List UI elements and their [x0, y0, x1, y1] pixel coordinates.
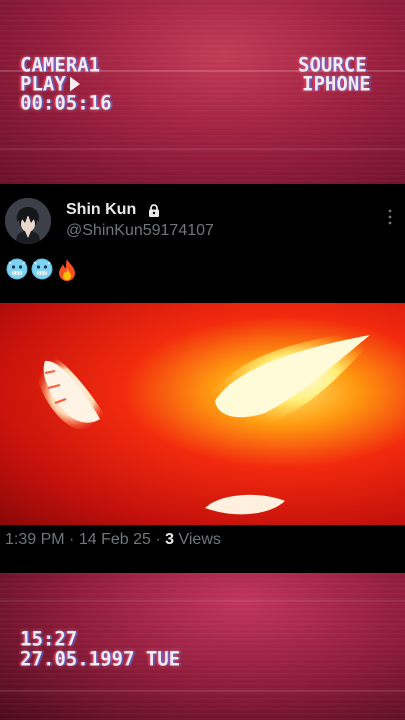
lock-icon: [149, 204, 159, 217]
cold-face-icon: [6, 258, 28, 280]
fire-icon: [59, 259, 75, 281]
play-icon: [69, 76, 80, 92]
avatar-anime-icon: [5, 198, 51, 244]
osd-source-device: IPHONE: [302, 72, 371, 96]
views-count: 3: [165, 531, 175, 548]
tweet-media-image[interactable]: [0, 303, 405, 525]
avatar[interactable]: [5, 198, 51, 244]
tweet-timestamp[interactable]: 1:39 PM · 14 Feb 25 · 3 Views: [5, 531, 221, 549]
tweet-card[interactable]: Shin Kun @ShinKun59174107 1:39 PM · 14 F…: [0, 184, 405, 573]
views-label: Views: [178, 531, 221, 548]
user-handle[interactable]: @ShinKun59174107: [66, 222, 214, 240]
separator: ·: [155, 531, 161, 548]
media-glow-shapes: [35, 328, 385, 515]
tweet-date: 14 Feb 25: [78, 531, 151, 548]
more-options-icon[interactable]: [385, 208, 395, 226]
tweet-text-emojis: [6, 258, 78, 284]
osd-elapsed-time: 00:05:16: [20, 91, 112, 115]
display-name[interactable]: Shin Kun: [66, 201, 136, 219]
cold-face-icon: [31, 258, 53, 280]
separator: ·: [69, 531, 75, 548]
osd-date: 27.05.1997 TUE: [20, 647, 181, 671]
vhs-scanline: [0, 690, 405, 692]
vhs-scanline: [0, 148, 405, 150]
vhs-scanline: [0, 600, 405, 602]
tweet-time: 1:39 PM: [5, 531, 65, 548]
